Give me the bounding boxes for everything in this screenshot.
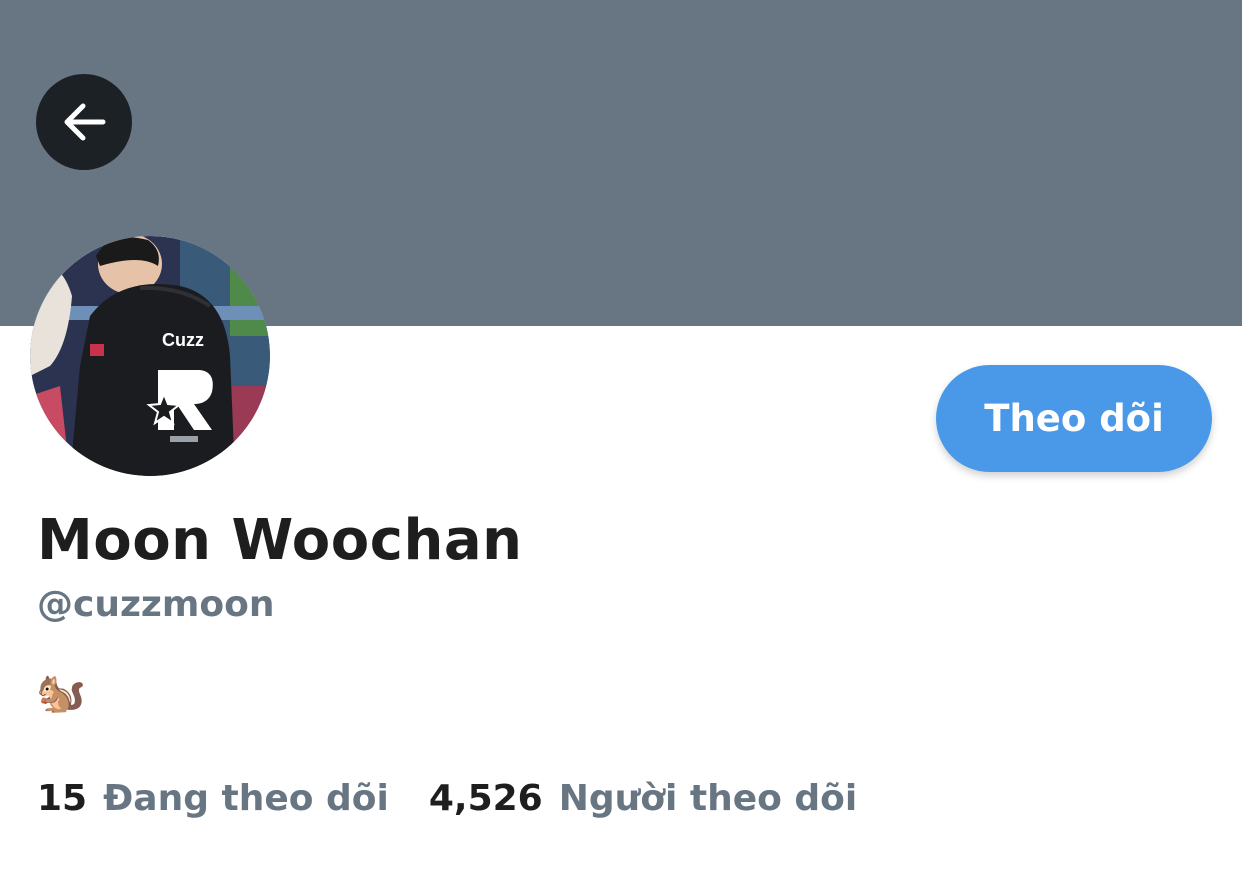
arrow-left-icon [64,103,106,141]
back-button[interactable] [36,74,132,170]
user-handle: @cuzzmoon [37,584,275,625]
following-link[interactable]: 15 Đang theo dõi [37,778,389,819]
avatar-image: Cuzz [30,236,270,476]
profile-bio: 🐿️ [36,670,86,716]
display-name: Moon Woochan [37,508,523,573]
follow-button[interactable]: Theo dõi [936,365,1212,472]
jersey-text: Cuzz [162,330,204,350]
profile-page: Cuzz Theo dõi Moon Woochan @cuzzmoon 🐿️ … [0,0,1242,882]
followers-count: 4,526 [428,778,543,819]
followers-label: Người theo dõi [558,778,858,819]
followers-link[interactable]: 4,526 Người theo dõi [429,778,857,819]
following-label: Đang theo dõi [103,778,389,819]
profile-avatar[interactable]: Cuzz [30,236,270,476]
profile-stats: 15 Đang theo dõi 4,526 Người theo dõi [37,778,857,819]
following-count: 15 [37,778,88,819]
